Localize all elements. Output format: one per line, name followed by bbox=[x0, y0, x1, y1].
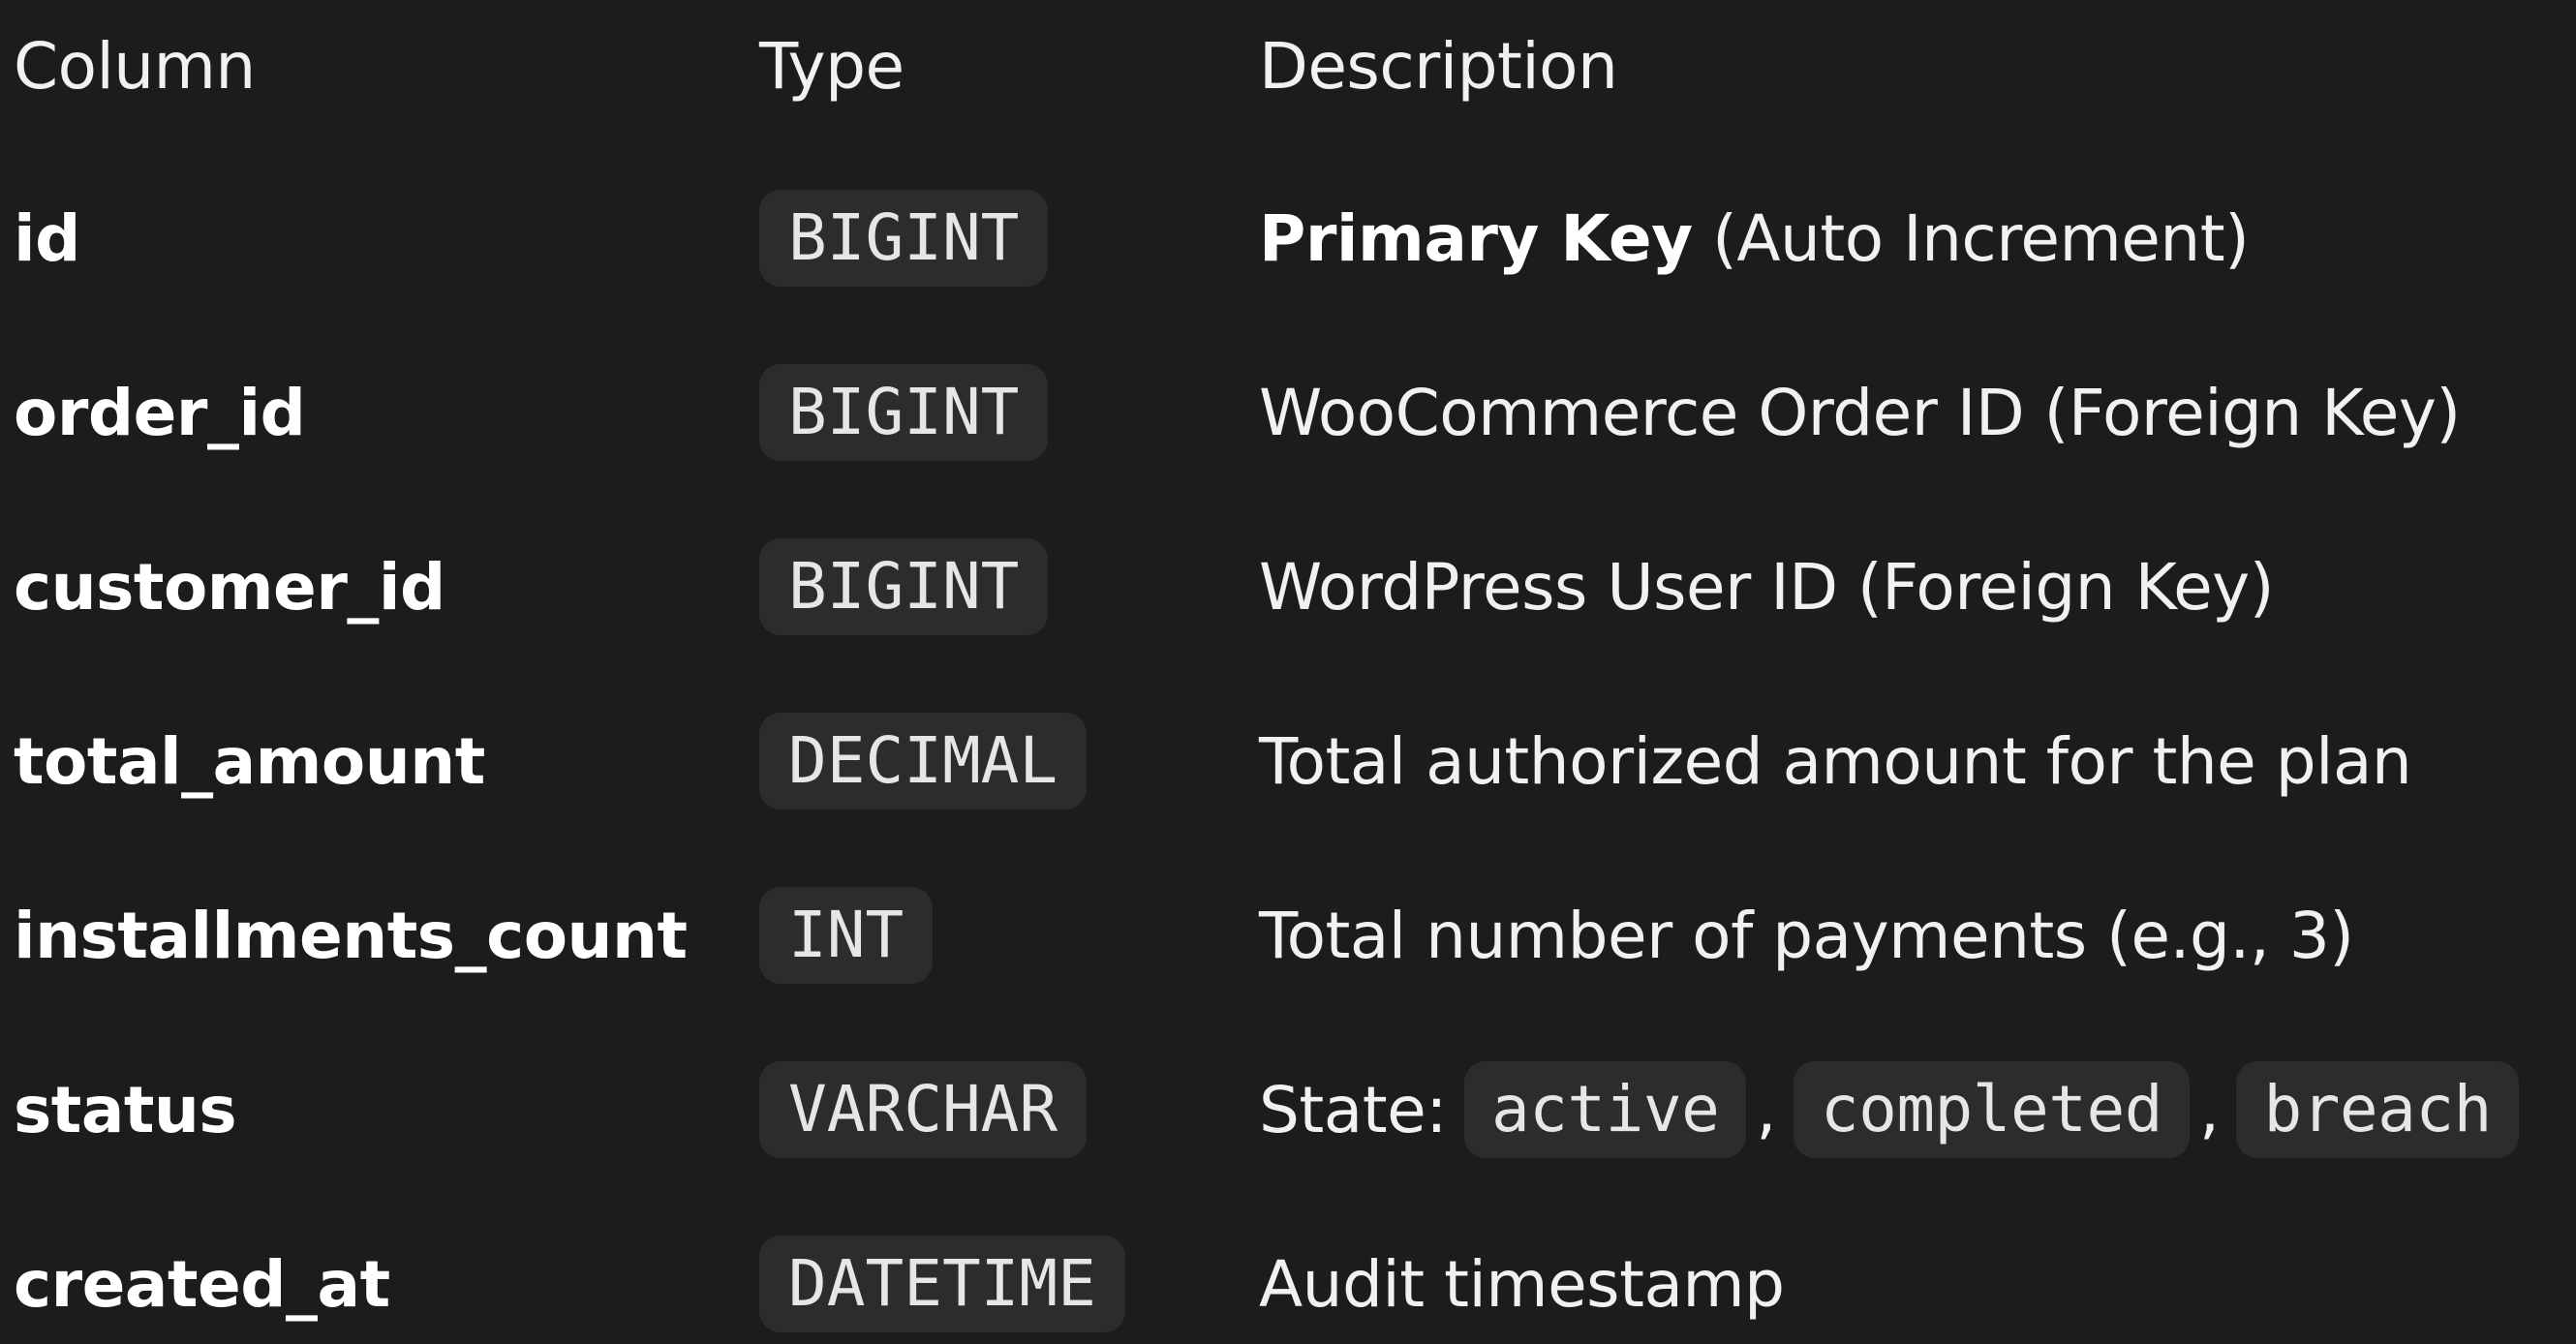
description-cell: Primary Key (Auto Increment) bbox=[1259, 151, 2250, 325]
column-name: id bbox=[14, 200, 80, 276]
state-badge-completed: completed bbox=[1793, 1061, 2190, 1158]
type-cell: BIGINT bbox=[759, 325, 1049, 500]
column-name: customer_id bbox=[14, 549, 445, 625]
description-text: Total number of payments (e.g., 3) bbox=[1259, 898, 2354, 973]
header-type: Type bbox=[759, 28, 905, 104]
type-badge: INT bbox=[759, 887, 934, 984]
column-name: status bbox=[14, 1072, 237, 1147]
description-text: WordPress User ID (Foreign Key) bbox=[1259, 549, 2274, 625]
table-row: created_at DATETIME Audit timestamp bbox=[0, 1197, 2576, 1344]
type-cell: DATETIME bbox=[759, 1197, 1125, 1344]
type-cell: BIGINT bbox=[759, 151, 1049, 325]
table-header-row: Column Type Description bbox=[0, 0, 2576, 153]
type-badge: BIGINT bbox=[759, 538, 1049, 635]
type-cell: DECIMAL bbox=[759, 674, 1088, 848]
type-badge: BIGINT bbox=[759, 364, 1049, 461]
table-row: customer_id BIGINT WordPress User ID (Fo… bbox=[0, 500, 2576, 674]
state-separator: , bbox=[2198, 1072, 2220, 1147]
table-row: total_amount DECIMAL Total authorized am… bbox=[0, 674, 2576, 848]
description-text: Total authorized amount for the plan bbox=[1259, 723, 2412, 799]
type-badge: DATETIME bbox=[759, 1236, 1125, 1332]
description-strong: Primary Key bbox=[1259, 200, 1693, 276]
column-name: order_id bbox=[14, 375, 306, 450]
column-name: total_amount bbox=[14, 723, 485, 799]
header-column: Column bbox=[14, 28, 256, 104]
state-badge-active: active bbox=[1463, 1061, 1747, 1158]
description-text: WooCommerce Order ID (Foreign Key) bbox=[1259, 375, 2461, 450]
header-description: Description bbox=[1259, 28, 1618, 104]
description-text: Audit timestamp bbox=[1259, 1246, 1785, 1322]
state-separator: , bbox=[1756, 1072, 1776, 1147]
description-cell: State: active , completed , breach bbox=[1259, 1023, 2519, 1197]
type-cell: BIGINT bbox=[759, 500, 1049, 674]
table-row: installments_count INT Total number of p… bbox=[0, 848, 2576, 1023]
type-badge: BIGINT bbox=[759, 190, 1049, 287]
table-row: id BIGINT Primary Key (Auto Increment) bbox=[0, 151, 2576, 325]
state-badge-breach: breach bbox=[2236, 1061, 2519, 1158]
description-text: (Auto Increment) bbox=[1712, 200, 2250, 276]
column-name: installments_count bbox=[14, 898, 688, 973]
schema-table: Column Type Description id BIGINT Primar… bbox=[0, 0, 2576, 1344]
type-badge: VARCHAR bbox=[759, 1061, 1088, 1158]
state-label: State: bbox=[1259, 1072, 1447, 1147]
type-cell: INT bbox=[759, 848, 934, 1023]
type-badge: DECIMAL bbox=[759, 713, 1088, 809]
table-row: status VARCHAR State: active , completed… bbox=[0, 1023, 2576, 1197]
type-cell: VARCHAR bbox=[759, 1023, 1088, 1197]
table-row: order_id BIGINT WooCommerce Order ID (Fo… bbox=[0, 325, 2576, 500]
column-name: created_at bbox=[14, 1246, 390, 1322]
